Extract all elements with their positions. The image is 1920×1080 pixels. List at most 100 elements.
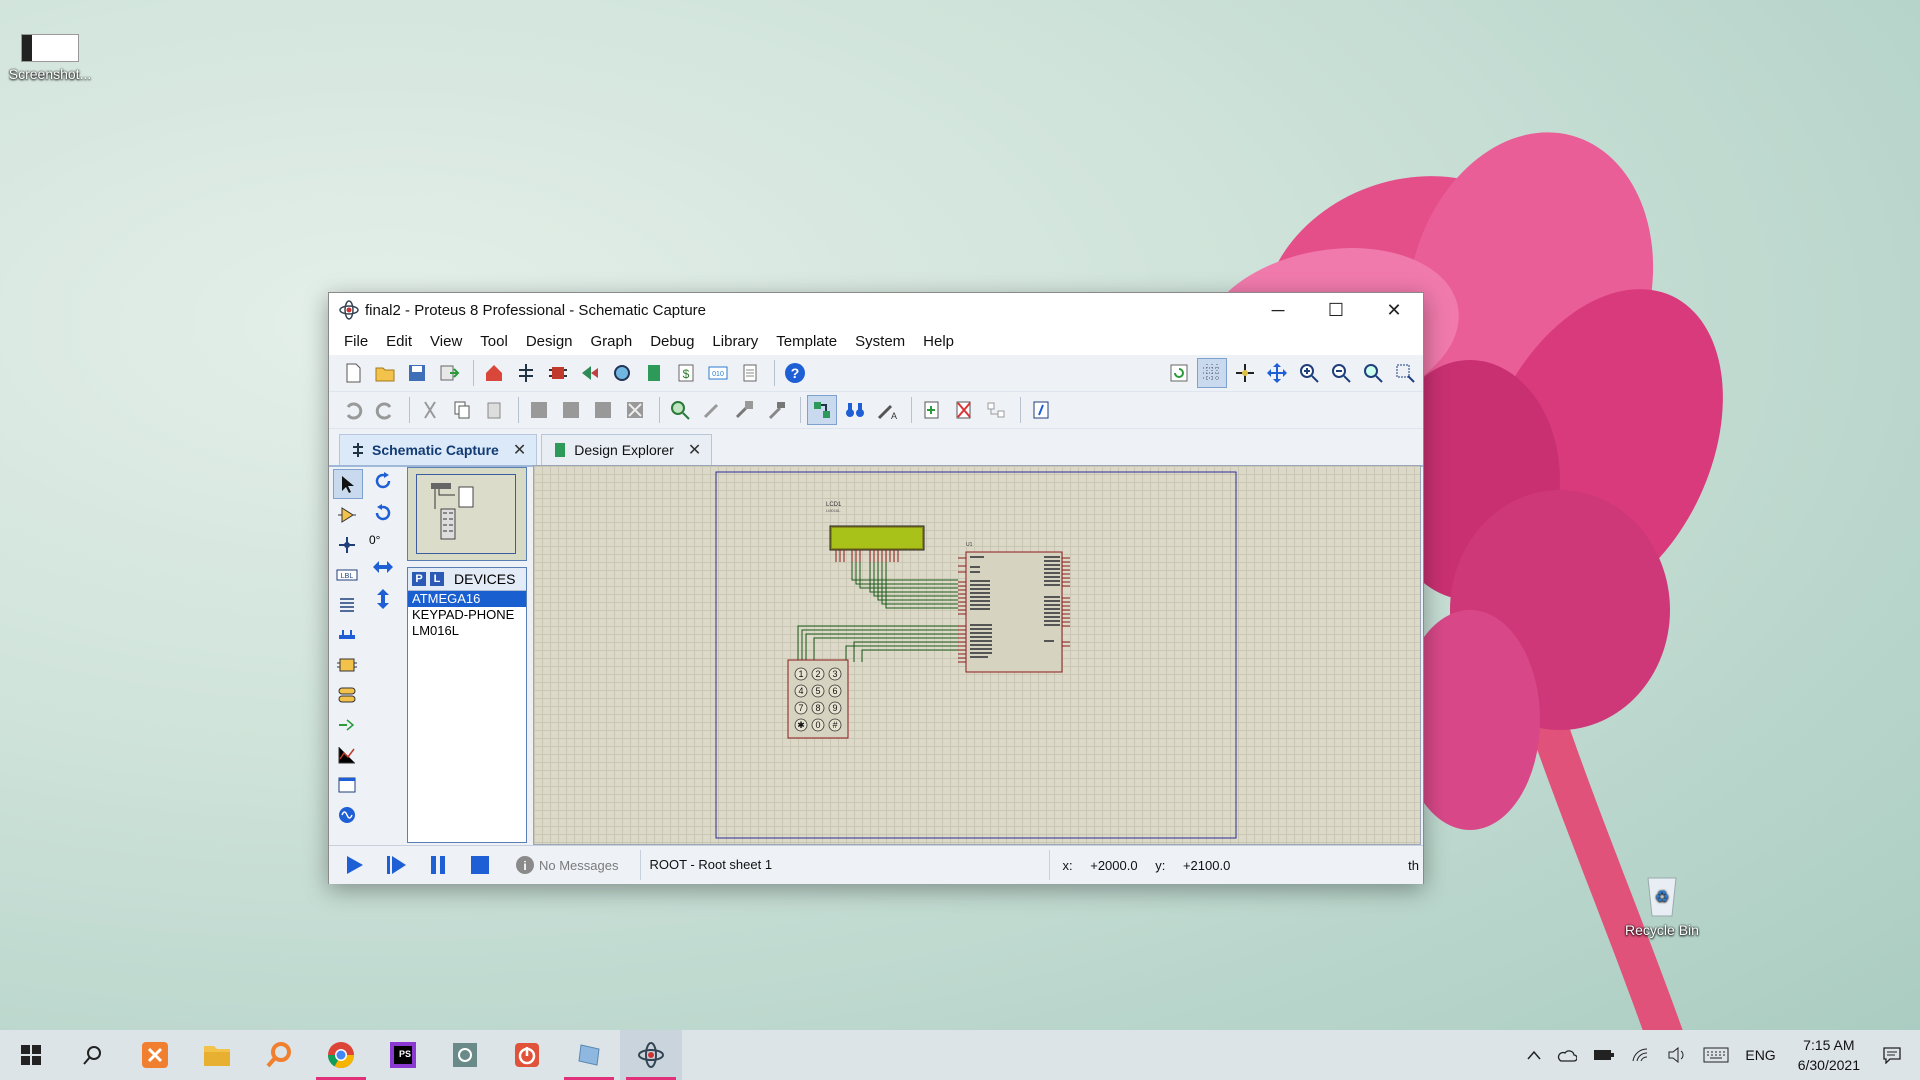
open-button[interactable]: [371, 359, 399, 387]
close-tab-icon[interactable]: ✕: [513, 440, 526, 460]
junction-mode-button[interactable]: [333, 531, 361, 559]
origin-button[interactable]: [1231, 359, 1259, 387]
keyboard-icon[interactable]: [1703, 1047, 1729, 1063]
refresh-button[interactable]: [1165, 359, 1193, 387]
pcb-button[interactable]: [544, 359, 572, 387]
taskbar-app-notes[interactable]: [558, 1030, 620, 1080]
device-list-item[interactable]: ATMEGA16: [408, 591, 526, 607]
wire-label-mode-button[interactable]: LBL: [333, 561, 361, 589]
tab-design-explorer[interactable]: Design Explorer ✕: [541, 434, 713, 465]
gerber-button[interactable]: [608, 359, 636, 387]
mirror-y-button[interactable]: [369, 585, 397, 613]
maximize-button[interactable]: ☐: [1307, 293, 1365, 327]
help-button[interactable]: ?: [781, 359, 809, 387]
paste-button[interactable]: [480, 396, 508, 424]
wifi-icon[interactable]: [1631, 1047, 1651, 1063]
taskbar-app-proteus[interactable]: [620, 1030, 682, 1080]
rotate-anticlockwise-button[interactable]: [369, 499, 397, 527]
start-button[interactable]: [0, 1030, 62, 1080]
exit-to-parent-button[interactable]: [982, 396, 1010, 424]
new-sheet-button[interactable]: [918, 396, 946, 424]
menu-system[interactable]: System: [846, 333, 914, 350]
bom-button[interactable]: $: [672, 359, 700, 387]
menu-library[interactable]: Library: [703, 333, 767, 350]
search-tag-button[interactable]: [841, 396, 869, 424]
step-simulation-button[interactable]: [379, 850, 413, 880]
close-button[interactable]: ✕: [1365, 293, 1423, 327]
electrical-rules-check-button[interactable]: [1027, 396, 1055, 424]
device-pins-mode-button[interactable]: [333, 711, 361, 739]
menu-tool[interactable]: Tool: [471, 333, 517, 350]
volume-icon[interactable]: [1667, 1047, 1687, 1063]
zoom-in-button[interactable]: [1295, 359, 1323, 387]
menu-file[interactable]: File: [335, 333, 377, 350]
block-delete-button[interactable]: [621, 396, 649, 424]
menu-help[interactable]: Help: [914, 333, 963, 350]
packaging-tool-button[interactable]: [730, 396, 758, 424]
menu-template[interactable]: Template: [767, 333, 846, 350]
rotate-clockwise-button[interactable]: [369, 467, 397, 495]
block-copy-button[interactable]: [525, 396, 553, 424]
zoom-all-button[interactable]: [1359, 359, 1387, 387]
undo-button[interactable]: [339, 396, 367, 424]
save-button[interactable]: [403, 359, 431, 387]
pick-devices-button[interactable]: P: [412, 572, 426, 586]
selection-mode-button[interactable]: [333, 469, 363, 499]
stop-simulation-button[interactable]: [463, 850, 497, 880]
pick-parts-button[interactable]: [666, 396, 694, 424]
taskbar-app-xampp[interactable]: [124, 1030, 186, 1080]
overview-preview[interactable]: [407, 467, 527, 561]
3d-viewer-button[interactable]: [576, 359, 604, 387]
taskbar-app-chrome[interactable]: [310, 1030, 372, 1080]
active-popup-mode-button[interactable]: [333, 771, 361, 799]
device-list-item[interactable]: KEYPAD-PHONE: [408, 607, 526, 623]
clock[interactable]: 7:15 AM 6/30/2021: [1798, 1035, 1860, 1075]
close-tab-icon[interactable]: ✕: [688, 440, 701, 460]
copy-button[interactable]: [448, 396, 476, 424]
text-script-mode-button[interactable]: [333, 591, 361, 619]
minimize-button[interactable]: ─: [1249, 293, 1307, 327]
source-code-button[interactable]: 010: [704, 359, 732, 387]
schematic-button[interactable]: [512, 359, 540, 387]
grid-toggle-button[interactable]: [1197, 358, 1227, 388]
pan-button[interactable]: [1263, 359, 1291, 387]
menu-graph[interactable]: Graph: [582, 333, 642, 350]
taskbar-app-search-tool[interactable]: [248, 1030, 310, 1080]
design-explorer-button[interactable]: [640, 359, 668, 387]
taskbar-app-phpstorm[interactable]: PS: [372, 1030, 434, 1080]
block-rotate-button[interactable]: [589, 396, 617, 424]
property-assignment-button[interactable]: A: [873, 396, 901, 424]
pause-simulation-button[interactable]: [421, 850, 455, 880]
decompose-button[interactable]: [762, 396, 790, 424]
wire-autorouter-button[interactable]: [807, 395, 837, 425]
cut-button[interactable]: [416, 396, 444, 424]
graph-mode-button[interactable]: [333, 741, 361, 769]
subcircuit-mode-button[interactable]: [333, 651, 361, 679]
notification-icon[interactable]: [1882, 1046, 1902, 1064]
desktop-icon-recycle-bin[interactable]: ♻ Recycle Bin: [1612, 872, 1712, 938]
tab-schematic-capture[interactable]: Schematic Capture ✕: [339, 434, 538, 465]
messages-indicator[interactable]: i No Messages: [515, 855, 618, 875]
remove-sheet-button[interactable]: [950, 396, 978, 424]
schematic-canvas[interactable]: LCD1 LM016L U1 1 2 3 4 5 6 7 8 9 ✱ 0 #: [533, 465, 1421, 845]
zoom-out-button[interactable]: [1327, 359, 1355, 387]
menu-edit[interactable]: Edit: [377, 333, 421, 350]
show-hidden-icons-icon[interactable]: [1527, 1050, 1541, 1060]
buses-mode-button[interactable]: [333, 621, 361, 649]
block-move-button[interactable]: [557, 396, 585, 424]
notes-button[interactable]: [736, 359, 764, 387]
taskbar-app-settings[interactable]: [434, 1030, 496, 1080]
terminals-mode-button[interactable]: [333, 681, 361, 709]
home-button[interactable]: [480, 359, 508, 387]
desktop-icon-screenshot[interactable]: Screenshot...: [0, 34, 100, 82]
new-file-button[interactable]: [339, 359, 367, 387]
title-bar[interactable]: final2 - Proteus 8 Professional - Schema…: [329, 293, 1423, 327]
device-list-item[interactable]: LM016L: [408, 623, 526, 639]
onedrive-icon[interactable]: [1557, 1048, 1578, 1062]
units-indicator[interactable]: th: [1408, 858, 1419, 873]
component-mode-button[interactable]: [333, 501, 361, 529]
zoom-area-button[interactable]: [1391, 359, 1419, 387]
menu-view[interactable]: View: [421, 333, 471, 350]
menu-debug[interactable]: Debug: [641, 333, 703, 350]
rotation-angle[interactable]: 0°: [369, 533, 380, 547]
